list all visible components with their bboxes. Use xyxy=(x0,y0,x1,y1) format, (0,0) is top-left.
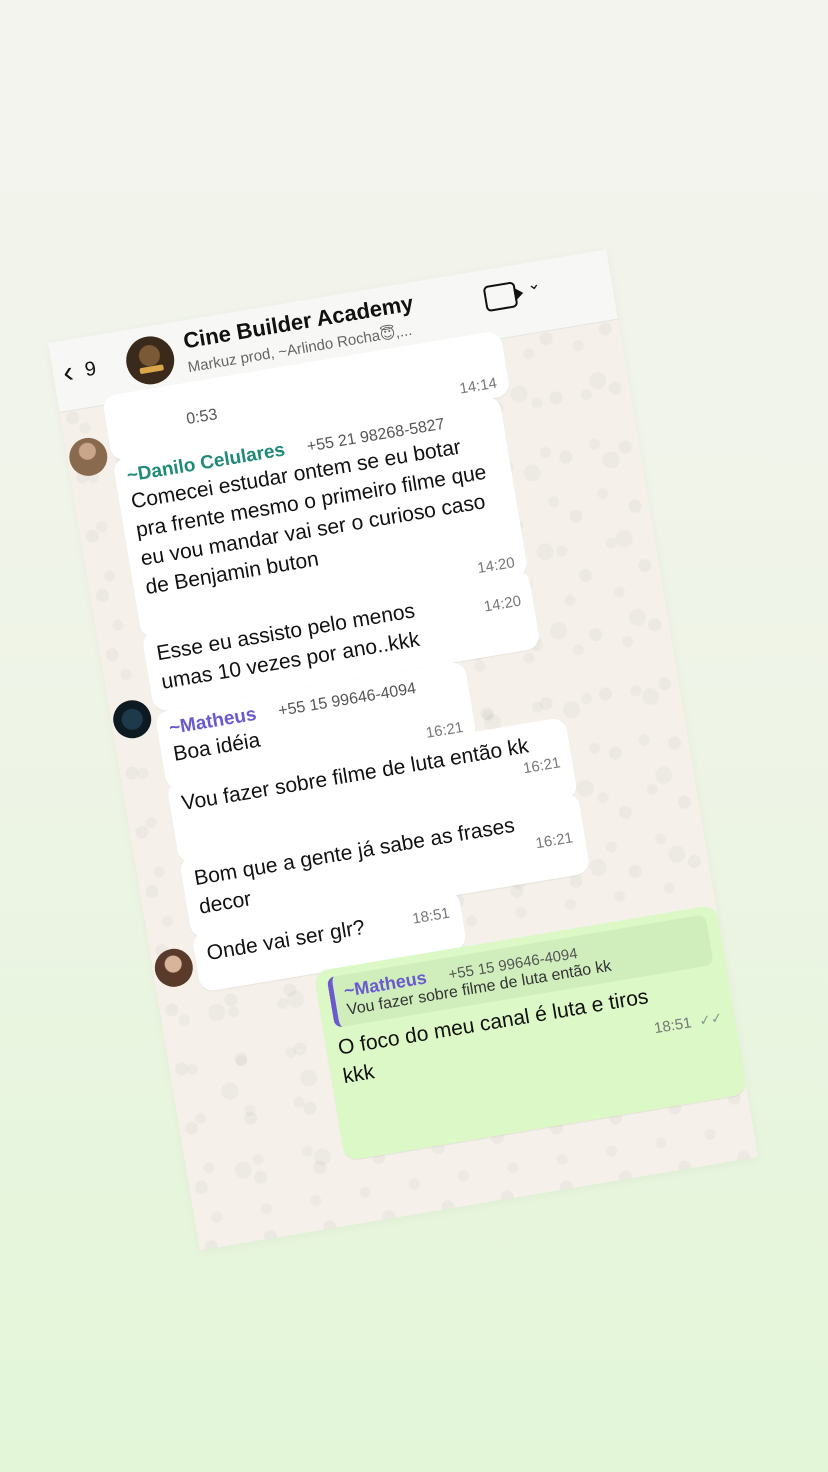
double-check-icon: ✓✓ xyxy=(697,1009,724,1029)
back-chevron-icon[interactable]: ‹ xyxy=(60,355,75,390)
chat-screenshot-card: ‹ 9 Cine Builder Academy Markuz prod, ~A… xyxy=(47,249,759,1251)
avatar-couple[interactable] xyxy=(151,945,196,990)
chevron-down-icon[interactable]: ⌄ xyxy=(525,273,542,295)
back-count[interactable]: 9 xyxy=(83,358,98,383)
group-avatar[interactable] xyxy=(122,332,178,389)
video-call-icon[interactable] xyxy=(482,281,519,313)
avatar-danilo[interactable] xyxy=(66,435,111,479)
avatar-channel-logo[interactable] xyxy=(110,697,155,742)
audio-duration: 0:53 xyxy=(185,406,219,429)
message-time: 14:14 xyxy=(458,374,499,398)
